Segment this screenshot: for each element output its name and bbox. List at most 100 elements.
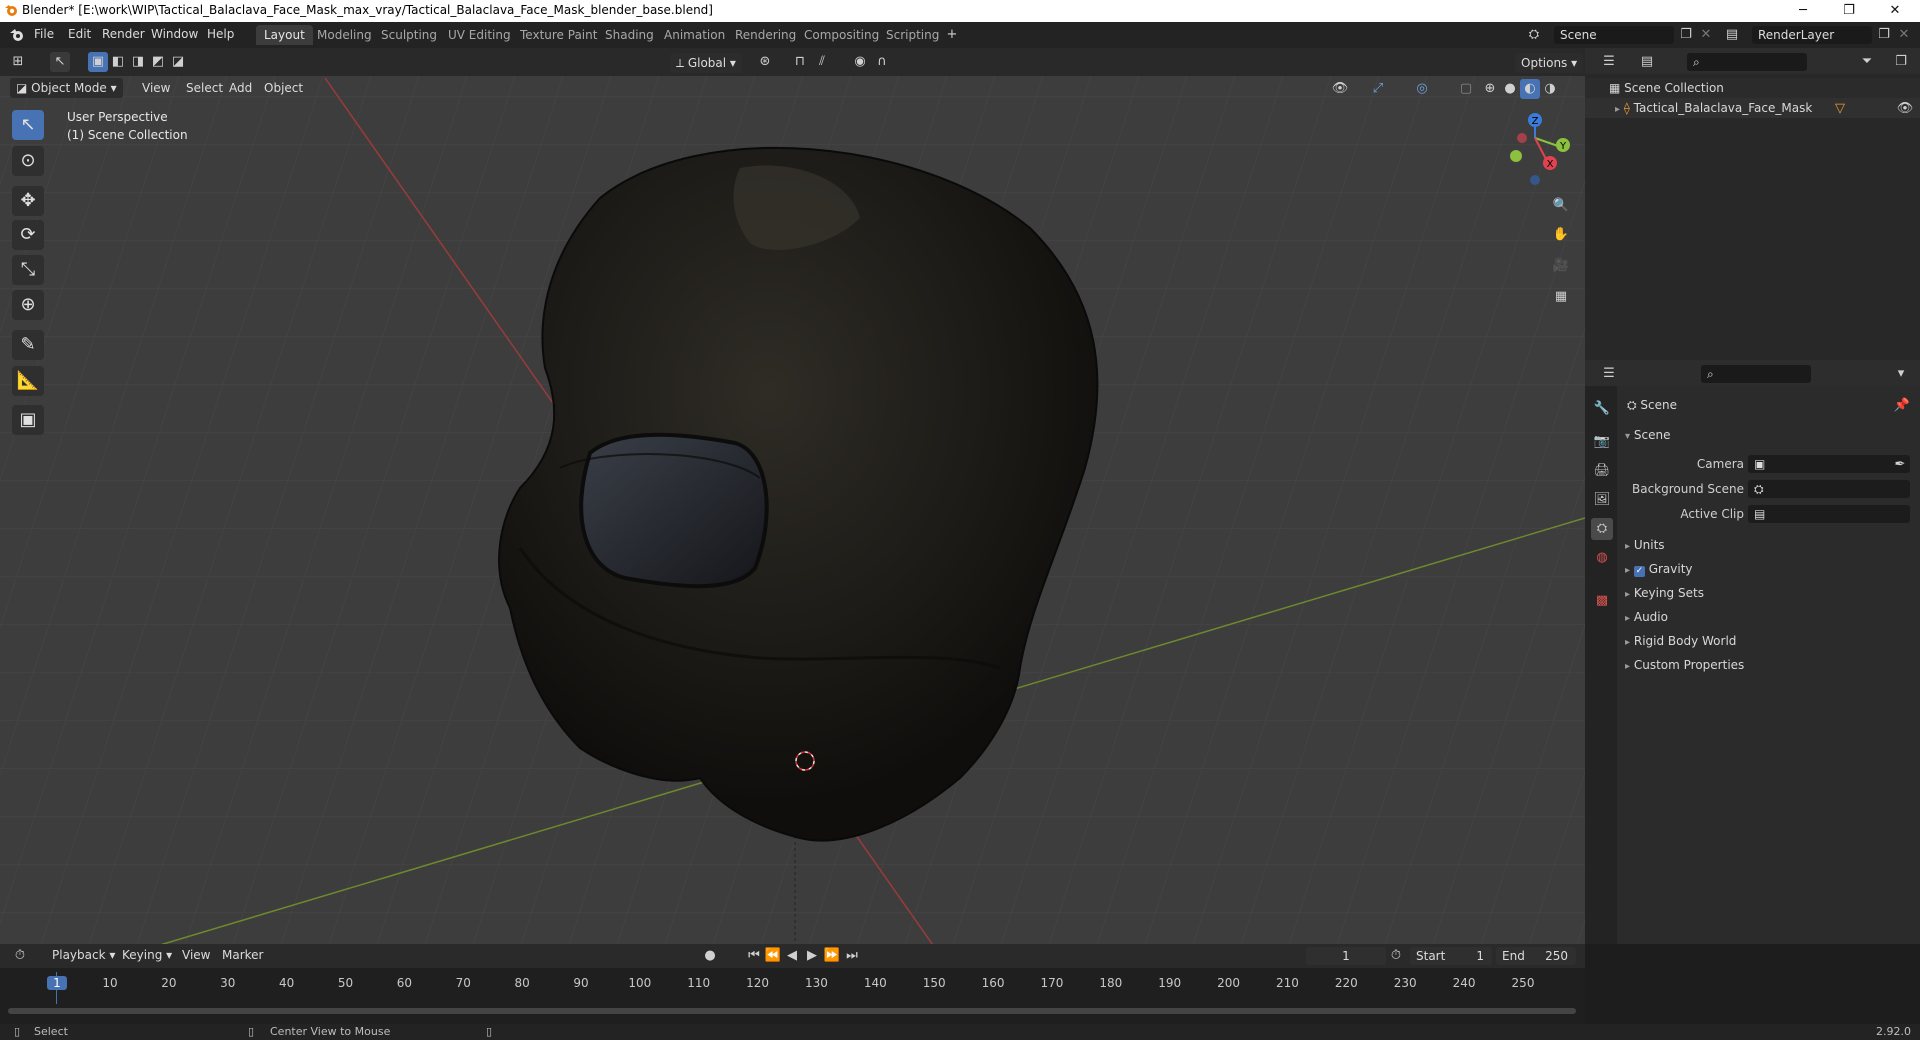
units-subpanel[interactable]: ▸ Units <box>1625 538 1665 552</box>
transform-orientation-dropdown[interactable]: ⟂ Global ▾ <box>670 53 742 73</box>
workspace-tab-texture-paint[interactable]: Texture Paint <box>512 25 605 45</box>
select-mode-extend-icon[interactable]: ◧ <box>108 52 128 72</box>
menu-render[interactable]: Render <box>102 27 145 41</box>
proportional-falloff-icon[interactable]: ∩ <box>872 52 892 72</box>
scene-properties-tab-icon[interactable]: ⛭ <box>1591 518 1613 540</box>
workspace-tab-sculpting[interactable]: Sculpting <box>373 25 445 45</box>
new-collection-icon[interactable]: ❐ <box>1891 52 1911 72</box>
viewport-menu-select[interactable]: Select <box>180 78 229 98</box>
active-clip-field[interactable]: ▤ <box>1748 505 1910 523</box>
viewport-menu-add[interactable]: Add <box>223 78 258 98</box>
background-scene-field[interactable]: ⛭ <box>1748 480 1910 498</box>
workspace-tab-scripting[interactable]: Scripting <box>878 25 947 45</box>
texture-properties-tab-icon[interactable]: ▩ <box>1591 590 1613 612</box>
visibility-icon[interactable]: 👁 <box>1330 79 1350 99</box>
new-renderlayer-icon[interactable]: ❐ <box>1874 25 1894 45</box>
workspace-tab-modeling[interactable]: Modeling <box>309 25 380 45</box>
maximize-button[interactable]: ❐ <box>1826 0 1872 22</box>
scene-panel-header[interactable]: ▾ Scene <box>1625 428 1670 442</box>
editor-type-icon[interactable]: ⊞ <box>8 52 28 72</box>
gizmo-toggle-icon[interactable]: ⤢ <box>1368 79 1388 99</box>
move-tool-icon[interactable]: ✥ <box>12 186 44 216</box>
select-mode-subtract-icon[interactable]: ◨ <box>128 52 148 72</box>
add-workspace-icon[interactable]: + <box>942 25 962 45</box>
prev-keyframe-icon[interactable]: ⏪ <box>763 946 783 966</box>
renderlayer-browse-icon[interactable]: ▤ <box>1722 25 1742 45</box>
delete-scene-icon[interactable]: ✕ <box>1696 25 1716 45</box>
proportional-edit-icon[interactable]: ◉ <box>850 52 870 72</box>
workspace-tab-layout[interactable]: Layout <box>256 25 313 45</box>
camera-view-icon[interactable]: 🎥 <box>1551 256 1571 276</box>
timeline-editor-type-icon[interactable]: ⏱ <box>10 946 30 966</box>
viewport-menu-view[interactable]: View <box>136 78 176 98</box>
view-layer-tab-icon[interactable]: 🖼 <box>1591 489 1613 511</box>
close-window-button[interactable]: ✕ <box>1872 0 1918 22</box>
menu-window[interactable]: Window <box>151 27 198 41</box>
object-mode-dropdown[interactable]: ◪ Object Mode ▾ <box>10 78 123 98</box>
blender-menu-icon[interactable] <box>9 28 25 42</box>
play-icon[interactable]: ▶ <box>802 946 822 966</box>
scale-tool-icon[interactable]: ⤡ <box>12 255 44 285</box>
eyedropper-icon[interactable]: ✒ <box>1890 455 1910 475</box>
start-frame-field[interactable]: Start 1 <box>1410 947 1492 965</box>
pin-icon[interactable]: 📌 <box>1892 396 1912 416</box>
output-properties-tab-icon[interactable]: 🖨 <box>1591 460 1613 482</box>
keying-menu[interactable]: Keying ▾ <box>116 945 178 965</box>
wireframe-shading-icon[interactable]: ⊕ <box>1480 79 1500 99</box>
menu-help[interactable]: Help <box>207 27 234 41</box>
select-mode-intersect-icon[interactable]: ◪ <box>168 52 188 72</box>
workspace-tab-animation[interactable]: Animation <box>656 25 733 45</box>
custom-properties-subpanel[interactable]: ▸ Custom Properties <box>1625 658 1744 672</box>
rendered-shading-icon[interactable]: ◑ <box>1540 79 1560 99</box>
navigation-gizmo[interactable]: Z Y X <box>1490 108 1580 193</box>
workspace-tab-compositing[interactable]: Compositing <box>796 25 887 45</box>
timeline-view-menu[interactable]: View <box>176 945 216 965</box>
gravity-checkbox[interactable]: ✓ <box>1633 566 1645 577</box>
rotate-tool-icon[interactable]: ⟳ <box>12 220 44 250</box>
properties-options-icon[interactable]: ▾ <box>1891 364 1911 384</box>
world-properties-tab-icon[interactable]: ◍ <box>1591 547 1613 569</box>
display-mode-icon[interactable]: ▤ <box>1637 52 1657 72</box>
xray-toggle-icon[interactable]: ▢ <box>1456 79 1476 99</box>
timeline-scrollbar[interactable] <box>8 1008 1576 1014</box>
delete-renderlayer-icon[interactable]: ✕ <box>1894 25 1914 45</box>
3d-viewport[interactable] <box>0 48 1585 944</box>
auto-keying-icon[interactable]: ● <box>700 946 720 966</box>
snap-target-icon[interactable]: ⫽ <box>812 52 832 72</box>
end-frame-field[interactable]: End 250 <box>1496 947 1576 965</box>
annotate-tool-icon[interactable]: ✎ <box>12 330 44 360</box>
preview-range-icon[interactable]: ⏱ <box>1386 946 1406 966</box>
workspace-tab-uv-editing[interactable]: UV Editing <box>440 25 519 45</box>
zoom-view-icon[interactable]: 🔍 <box>1551 196 1571 216</box>
next-keyframe-icon[interactable]: ⏩ <box>822 946 842 966</box>
perspective-toggle-icon[interactable]: ▦ <box>1551 287 1571 307</box>
cursor-tool-icon[interactable]: ⊙ <box>12 146 44 176</box>
filter-icon[interactable]: ⏷ <box>1857 52 1877 72</box>
scene-name-field[interactable]: Scene <box>1554 26 1674 44</box>
marker-menu[interactable]: Marker <box>216 945 269 965</box>
mesh-data-icon[interactable]: ▽ <box>1830 99 1850 119</box>
solid-shading-icon[interactable]: ● <box>1500 79 1520 99</box>
transform-tool-icon[interactable]: ⊕ <box>12 290 44 320</box>
overlay-toggle-icon[interactable]: ◎ <box>1412 79 1432 99</box>
material-shading-icon[interactable]: ◐ <box>1520 79 1540 99</box>
scene-browse-icon[interactable]: ⛭ <box>1524 25 1544 45</box>
audio-subpanel[interactable]: ▸ Audio <box>1625 610 1668 624</box>
tool-properties-tab-icon[interactable]: 🔧 <box>1591 398 1613 420</box>
snap-toggle-icon[interactable]: ⊓ <box>790 52 810 72</box>
measure-tool-icon[interactable]: 📐 <box>12 366 44 396</box>
render-properties-tab-icon[interactable]: 📷 <box>1591 431 1613 453</box>
visibility-eye-icon[interactable]: 👁 <box>1895 99 1915 119</box>
current-frame-field[interactable]: 1 <box>1306 947 1386 965</box>
properties-editor-type-icon[interactable]: ☰ <box>1599 364 1619 384</box>
options-dropdown[interactable]: Options ▾ <box>1515 53 1584 73</box>
select-box-tool-icon[interactable]: ↖ <box>12 110 44 140</box>
viewport-menu-object[interactable]: Object <box>258 78 309 98</box>
play-reverse-icon[interactable]: ◀ <box>782 946 802 966</box>
properties-search-field[interactable]: ⌕ <box>1701 365 1811 383</box>
outliner-editor-type-icon[interactable]: ☰ <box>1599 52 1619 72</box>
jump-start-icon[interactable]: ⏮ <box>744 946 764 966</box>
select-mode-invert-icon[interactable]: ◩ <box>148 52 168 72</box>
pan-view-icon[interactable]: ✋ <box>1551 225 1571 245</box>
workspace-tab-shading[interactable]: Shading <box>597 25 662 45</box>
